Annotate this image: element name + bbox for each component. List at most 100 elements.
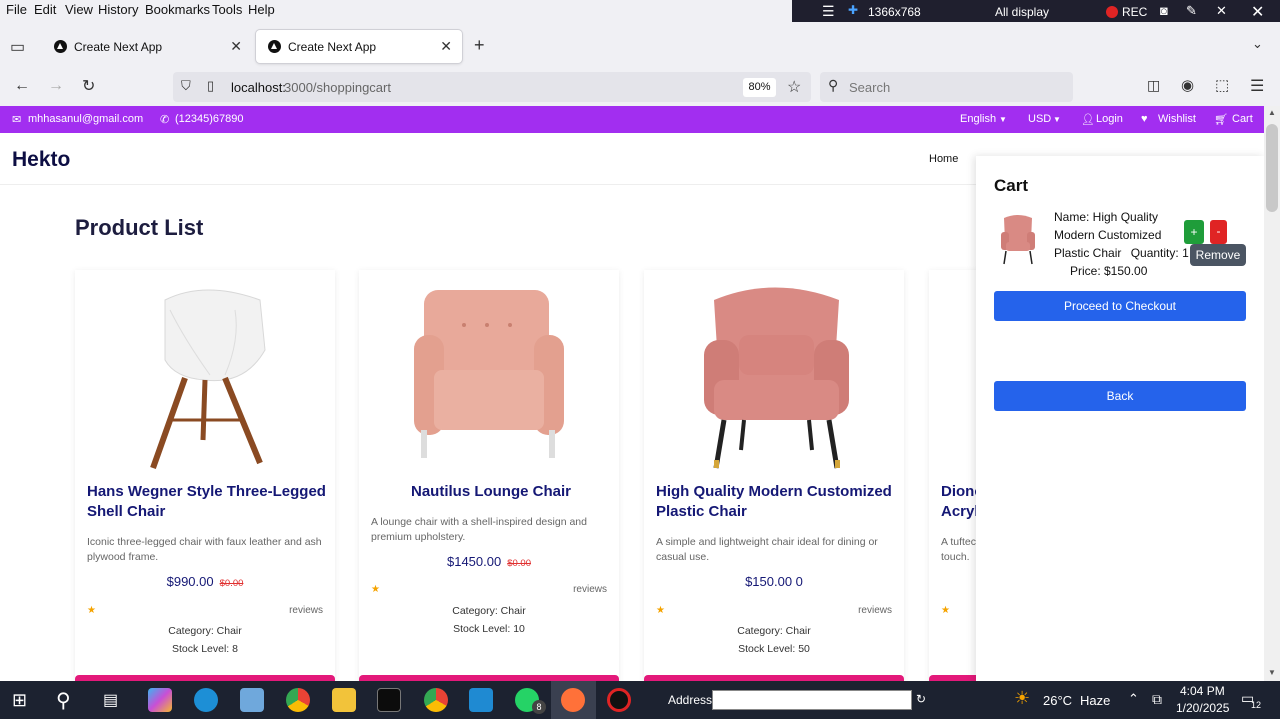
email-text[interactable]: mhhasanul@gmail.com xyxy=(28,113,143,125)
pin-icon[interactable]: ✚ xyxy=(848,3,858,17)
product-description: Iconic three-legged chair with faux leat… xyxy=(87,536,322,563)
tab-close-icon[interactable]: ✕ xyxy=(440,38,452,55)
page-scrollbar[interactable]: ▲ ▼ xyxy=(1264,106,1280,681)
vscode-icon[interactable] xyxy=(469,688,493,712)
scroll-up-icon[interactable]: ▲ xyxy=(1268,108,1276,117)
tab-title: Create Next App xyxy=(288,39,377,54)
tab-close-icon[interactable]: ✕ xyxy=(230,38,242,55)
weather-desc[interactable]: Haze xyxy=(1080,693,1110,708)
brand-logo[interactable]: Hekto xyxy=(12,148,70,172)
back-arrow-icon[interactable]: ← xyxy=(14,77,30,95)
close-recorder-icon[interactable]: ✕ xyxy=(1216,3,1227,19)
tab-1[interactable]: Create Next App ✕ xyxy=(42,30,252,63)
weather-temp[interactable]: 26°C xyxy=(1043,693,1072,708)
product-card[interactable]: Nautilus Lounge Chair A lounge chair wit… xyxy=(359,270,619,681)
increase-quantity-button[interactable]: + xyxy=(1184,220,1204,244)
decrease-quantity-button[interactable]: - xyxy=(1210,220,1227,244)
chrome-profile-icon[interactable] xyxy=(424,688,448,712)
list-tabs-chevron-icon[interactable]: ⌄ xyxy=(1252,36,1263,52)
proceed-to-checkout-button[interactable]: Proceed to Checkout xyxy=(994,291,1246,321)
phone-text[interactable]: (12345)67890 xyxy=(175,113,244,125)
camera-icon[interactable]: ◙ xyxy=(1160,3,1168,18)
extensions-icon[interactable]: ⬚ xyxy=(1215,76,1229,94)
product-name[interactable]: Hans Wegner Style Three-Legged Shell Cha… xyxy=(87,482,327,522)
nav-home-link[interactable]: Home xyxy=(929,153,958,165)
scrollbar-thumb[interactable] xyxy=(1266,124,1278,212)
page-viewport: ✉ mhhasanul@gmail.com ✆ (12345)67890 Eng… xyxy=(0,106,1264,681)
cart-item-image xyxy=(1001,215,1035,265)
tab-overview-icon[interactable]: ▭ xyxy=(10,37,25,57)
language-select[interactable]: English xyxy=(960,113,996,125)
task-view-icon[interactable]: ▤ xyxy=(103,690,118,710)
price-old: $0.00 xyxy=(219,578,244,589)
forward-arrow-icon[interactable]: → xyxy=(48,77,64,95)
pencil-icon[interactable]: ✎ xyxy=(1186,3,1197,19)
star-icon: ★ xyxy=(941,605,950,616)
windows-start-icon[interactable]: ⊞ xyxy=(12,690,27,711)
hamburger-icon[interactable]: ☰ xyxy=(822,3,835,20)
new-tab-icon[interactable]: + xyxy=(474,35,485,56)
weather-icon[interactable]: ☀ xyxy=(1014,688,1030,709)
product-card[interactable]: Hans Wegner Style Three-Legged Shell Cha… xyxy=(75,270,335,681)
price-current: $1450.00 xyxy=(446,554,502,569)
terminal-icon[interactable] xyxy=(377,688,401,712)
menu-tools[interactable]: Tools xyxy=(212,2,242,17)
menu-bookmarks[interactable]: Bookmarks xyxy=(145,2,210,17)
page-icon[interactable]: ▯ xyxy=(207,78,214,94)
account-icon[interactable]: ◉ xyxy=(1181,76,1194,94)
chrome-icon[interactable] xyxy=(286,688,310,712)
currency-select[interactable]: USD xyxy=(1028,113,1051,125)
reload-icon[interactable]: ↻ xyxy=(82,76,95,96)
recorder-display[interactable]: All display xyxy=(995,5,1049,19)
tab-2-active[interactable]: Create Next App ✕ xyxy=(256,30,462,63)
product-name[interactable]: High Quality Modern Customized Plastic C… xyxy=(656,482,896,522)
menu-file[interactable]: File xyxy=(6,2,27,17)
recorder-icon[interactable] xyxy=(607,688,631,712)
pocket-icon[interactable]: ◫ xyxy=(1147,77,1160,94)
edge-icon[interactable] xyxy=(194,688,218,712)
menu-help[interactable]: Help xyxy=(248,2,275,17)
product-name[interactable]: Nautilus Lounge Chair xyxy=(371,482,611,502)
login-link[interactable]: Login xyxy=(1096,113,1123,125)
url-host: localhost: xyxy=(231,80,286,95)
windows-taskbar: ⊞ ⚲ ▤ 8 Address ↻ ☀ 26°C Haze ⌃ ⧉ 4:04 P… xyxy=(0,681,1280,719)
go-refresh-icon[interactable]: ↻ xyxy=(916,692,926,706)
clock-date[interactable]: 1/20/2025 xyxy=(1176,701,1229,715)
clock-time[interactable]: 4:04 PM xyxy=(1180,684,1225,698)
menu-history[interactable]: History xyxy=(98,2,138,17)
search-placeholder: Search xyxy=(849,80,891,95)
tray-chevron-up-icon[interactable]: ⌃ xyxy=(1128,691,1139,707)
product-name[interactable]: Dionc Acryl xyxy=(941,482,981,522)
cart-link[interactable]: Cart xyxy=(1232,113,1253,125)
scroll-down-icon[interactable]: ▼ xyxy=(1268,668,1276,677)
search-bar[interactable]: ⚲ Search xyxy=(820,72,1073,102)
product-stock: Stock Level: 50 xyxy=(738,643,810,655)
cart-item-details: Name: High Quality Modern Customized Pla… xyxy=(1054,208,1194,280)
reviews-label[interactable]: reviews xyxy=(573,584,607,595)
remote-desktop-icon[interactable] xyxy=(240,688,264,712)
file-explorer-icon[interactable] xyxy=(332,688,356,712)
reviews-label[interactable]: reviews xyxy=(858,605,892,616)
back-button[interactable]: Back xyxy=(994,381,1246,411)
menu-view[interactable]: View xyxy=(65,2,93,17)
network-icon[interactable]: ⧉ xyxy=(1152,691,1162,708)
address-input[interactable] xyxy=(712,690,912,710)
search-icon[interactable]: ⚲ xyxy=(56,688,71,713)
app-menu-icon[interactable]: ☰ xyxy=(1250,76,1264,96)
bookmark-star-icon[interactable]: ☆ xyxy=(787,77,801,97)
product-stock: Stock Level: 8 xyxy=(172,643,238,655)
rec-label[interactable]: REC xyxy=(1122,5,1147,19)
close-icon[interactable]: ✕ xyxy=(1251,2,1264,22)
wishlist-link[interactable]: Wishlist xyxy=(1158,113,1196,125)
address-label: Address xyxy=(668,693,713,707)
cart-quantity: 1 xyxy=(1182,246,1189,260)
firefox-icon[interactable] xyxy=(561,688,585,712)
menu-edit[interactable]: Edit xyxy=(34,2,56,17)
page-title: Product List xyxy=(75,215,204,240)
zoom-level[interactable]: 80% xyxy=(743,78,776,97)
reviews-label[interactable]: reviews xyxy=(289,605,323,616)
copilot-icon[interactable] xyxy=(148,688,172,712)
url-bar[interactable]: ⛉ ▯ localhost: 3000/shoppingcart 80% ☆ xyxy=(173,72,811,102)
shield-icon[interactable]: ⛉ xyxy=(181,78,191,94)
product-card[interactable]: High Quality Modern Customized Plastic C… xyxy=(644,270,904,681)
